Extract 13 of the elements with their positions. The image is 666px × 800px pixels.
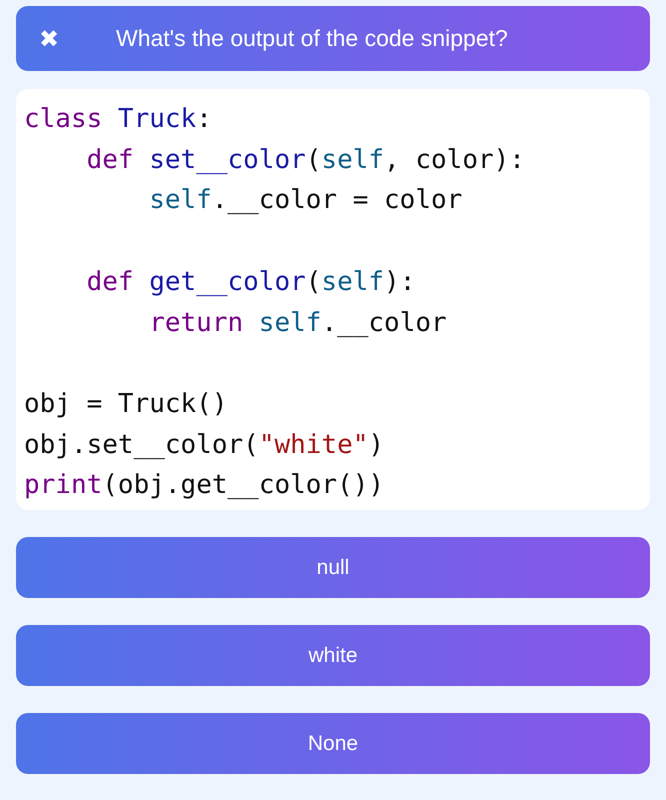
answer-button[interactable]: white <box>16 625 650 686</box>
code-line: class Truck: <box>24 103 213 136</box>
code-line: def set__color(self, color): <box>86 144 526 177</box>
code-line: obj = Truck() <box>24 388 228 421</box>
answer-button[interactable]: None <box>16 713 650 774</box>
code-line: def get__color(self): <box>86 266 416 299</box>
code-line: return self.__color <box>148 306 448 340</box>
question-title: What's the output of the code snippet? <box>116 25 508 52</box>
code-line: print(obj.get__color()) <box>24 469 386 502</box>
code-line: self.__color = color <box>148 184 464 218</box>
answer-button[interactable]: null <box>16 537 650 598</box>
close-button[interactable]: ✖ <box>36 26 62 50</box>
code-line: obj.set__color("white") <box>24 428 386 462</box>
